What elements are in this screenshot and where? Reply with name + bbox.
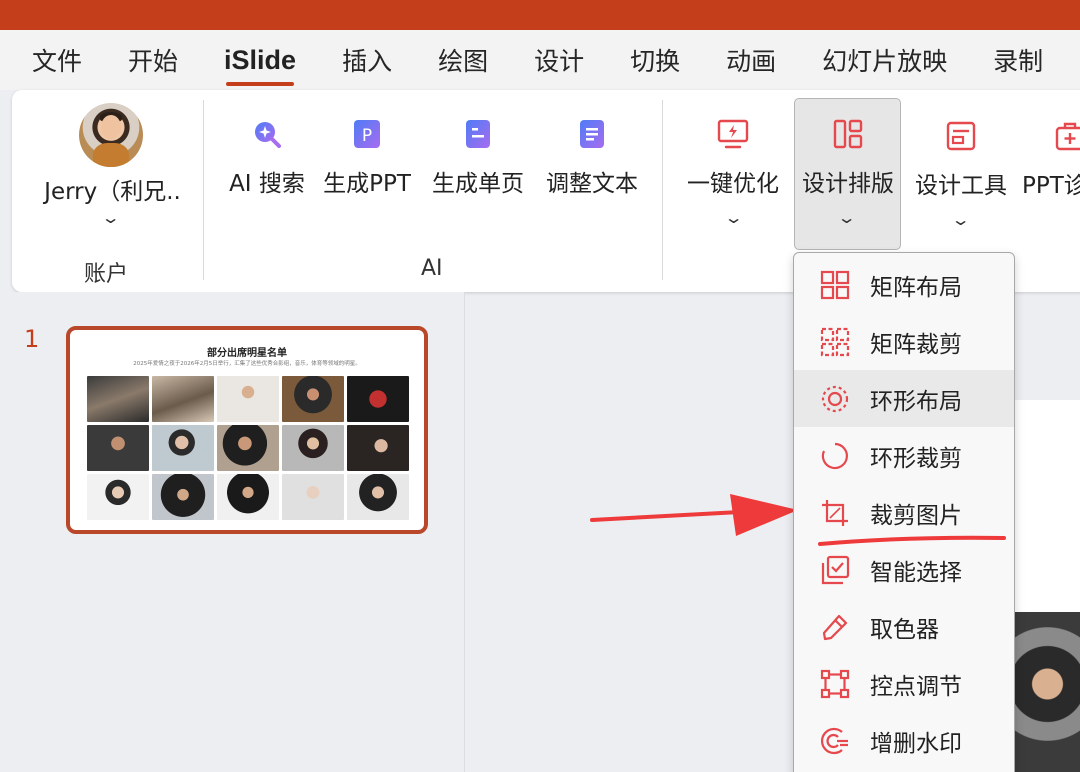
menu-item-label: 矩阵裁剪 [870, 331, 962, 358]
tab-transitions[interactable]: 切换 [630, 42, 680, 78]
photo-grid [87, 376, 411, 522]
menu-item-eyedropper[interactable]: 取色器 [794, 598, 1014, 655]
menu-item-matrix-layout[interactable]: 矩阵布局 [794, 256, 1014, 313]
photo [217, 376, 279, 422]
photo [282, 376, 344, 422]
canvas-photo[interactable] [1015, 612, 1080, 772]
menu-item-smart-select[interactable]: 智能选择 [794, 541, 1014, 598]
tab-insert[interactable]: 插入 [342, 42, 392, 78]
menu-item-ring-crop[interactable]: 环形裁剪 [794, 427, 1014, 484]
group-label-account: 账户 [84, 262, 129, 287]
tab-home[interactable]: 开始 [128, 42, 178, 78]
group-divider [203, 100, 204, 280]
chevron-down-icon[interactable]: ⌄ [101, 208, 121, 227]
menu-item-handle-adjust[interactable]: 控点调节 [794, 655, 1014, 712]
menu-item-label: 增删水印 [870, 730, 962, 757]
generate-ppt-icon: P [354, 120, 380, 148]
tab-draw[interactable]: 绘图 [438, 42, 488, 78]
tab-slideshow[interactable]: 幻灯片放映 [822, 42, 947, 78]
generate-ppt-button[interactable]: P 生成PPT [318, 118, 416, 198]
photo [152, 474, 214, 520]
watermark-icon [820, 727, 848, 755]
ai-search-icon [255, 122, 281, 148]
ai-search-label: AI 搜索 [229, 171, 305, 197]
photo [152, 425, 214, 471]
ring-layout-icon [821, 385, 849, 413]
photo [217, 474, 279, 520]
photo [347, 376, 409, 422]
photo [282, 425, 344, 471]
tab-islide[interactable]: iSlide [224, 45, 296, 86]
slide-canvas[interactable] [1015, 400, 1080, 612]
ppt-diagnose-button[interactable]: PPT诊 [1022, 120, 1080, 200]
generate-page-button[interactable]: 生成单页 [427, 118, 529, 198]
matrix-layout-icon [820, 270, 850, 300]
photo [347, 474, 409, 520]
design-layout-button[interactable]: 设计排版 [796, 118, 900, 198]
annotation-arrow-icon [590, 494, 798, 536]
ai-search-button[interactable]: AI 搜索 [222, 118, 312, 198]
photo [282, 474, 344, 520]
generate-page-icon [466, 120, 490, 148]
crop-image-icon [822, 500, 848, 526]
ppt-diagnose-label: PPT诊 [1022, 173, 1080, 199]
photo [87, 474, 149, 520]
one-click-optimize-label: 一键优化 [687, 171, 779, 197]
menu-item-label: 控点调节 [870, 673, 962, 700]
thumbnail-subtitle: 2025年爱情之夜于2026年2月5日举行，汇集了这些优秀合影组，音乐，体育等领… [133, 361, 361, 367]
one-click-optimize-button[interactable]: 一键优化 [683, 118, 783, 198]
annotation-underline [818, 535, 1006, 546]
matrix-crop-icon [820, 327, 850, 357]
monitor-flash-icon [717, 119, 749, 149]
medical-kit-icon [1055, 122, 1080, 151]
ribbon-tabs: 文件 开始 iSlide 插入 绘图 设计 切换 动画 幻灯片放映 录制 审 [0, 30, 1080, 90]
chevron-down-icon[interactable]: ⌄ [837, 208, 857, 227]
menu-item-label: 取色器 [870, 616, 939, 643]
ring-crop-icon [821, 442, 848, 470]
photo [347, 425, 409, 471]
generate-ppt-label: 生成PPT [323, 171, 411, 197]
menu-item-label: 裁剪图片 [870, 502, 962, 529]
design-tools-button[interactable]: 设计工具 [911, 120, 1011, 200]
photo [87, 376, 149, 422]
slide-number: 1 [24, 325, 40, 353]
tab-design[interactable]: 设计 [534, 42, 584, 78]
smart-select-icon [821, 555, 850, 585]
avatar[interactable] [79, 103, 143, 167]
design-layout-dropdown: 矩阵布局 矩阵裁剪 环形布局 环形裁剪 裁剪图片 智能选择 取色器 控点调节 增… [793, 252, 1015, 772]
thumbnail-title: 部分出席明星名单 [207, 348, 287, 359]
generate-page-label: 生成单页 [432, 171, 524, 197]
photo [217, 425, 279, 471]
account-name[interactable]: Jerry（利兄.. [40, 172, 185, 206]
design-layout-label: 设计排版 [802, 171, 894, 197]
adjust-text-button[interactable]: 调整文本 [541, 118, 643, 198]
chevron-down-icon[interactable]: ⌄ [724, 208, 744, 227]
menu-item-watermark[interactable]: 增删水印 [794, 712, 1014, 769]
menu-item-ring-layout[interactable]: 环形布局 [794, 370, 1014, 427]
tab-file[interactable]: 文件 [32, 42, 82, 78]
photo [87, 425, 149, 471]
tab-animations[interactable]: 动画 [726, 42, 776, 78]
menu-item-label: 矩阵布局 [870, 274, 962, 301]
svg-text:P: P [362, 126, 372, 146]
menu-item-label: 环形裁剪 [870, 445, 962, 472]
handle-adjust-icon [820, 669, 850, 699]
group-divider [662, 100, 663, 280]
adjust-text-label: 调整文本 [546, 171, 638, 197]
design-tools-label: 设计工具 [915, 173, 1007, 199]
chevron-down-icon[interactable]: ⌄ [951, 210, 971, 229]
group-label-ai: AI [421, 256, 443, 281]
title-bar [0, 0, 1080, 30]
design-tools-icon [946, 121, 976, 151]
slide-thumbnail[interactable]: 部分出席明星名单 2025年爱情之夜于2026年2月5日举行，汇集了这些优秀合影… [66, 326, 428, 534]
menu-item-matrix-crop[interactable]: 矩阵裁剪 [794, 313, 1014, 370]
adjust-text-icon [580, 120, 604, 148]
photo [152, 376, 214, 422]
menu-item-label: 环形布局 [870, 388, 962, 415]
layout-grid-icon [833, 119, 863, 149]
tab-record[interactable]: 录制 [993, 42, 1043, 78]
eyedropper-icon [822, 614, 848, 641]
menu-item-label: 智能选择 [870, 559, 962, 586]
